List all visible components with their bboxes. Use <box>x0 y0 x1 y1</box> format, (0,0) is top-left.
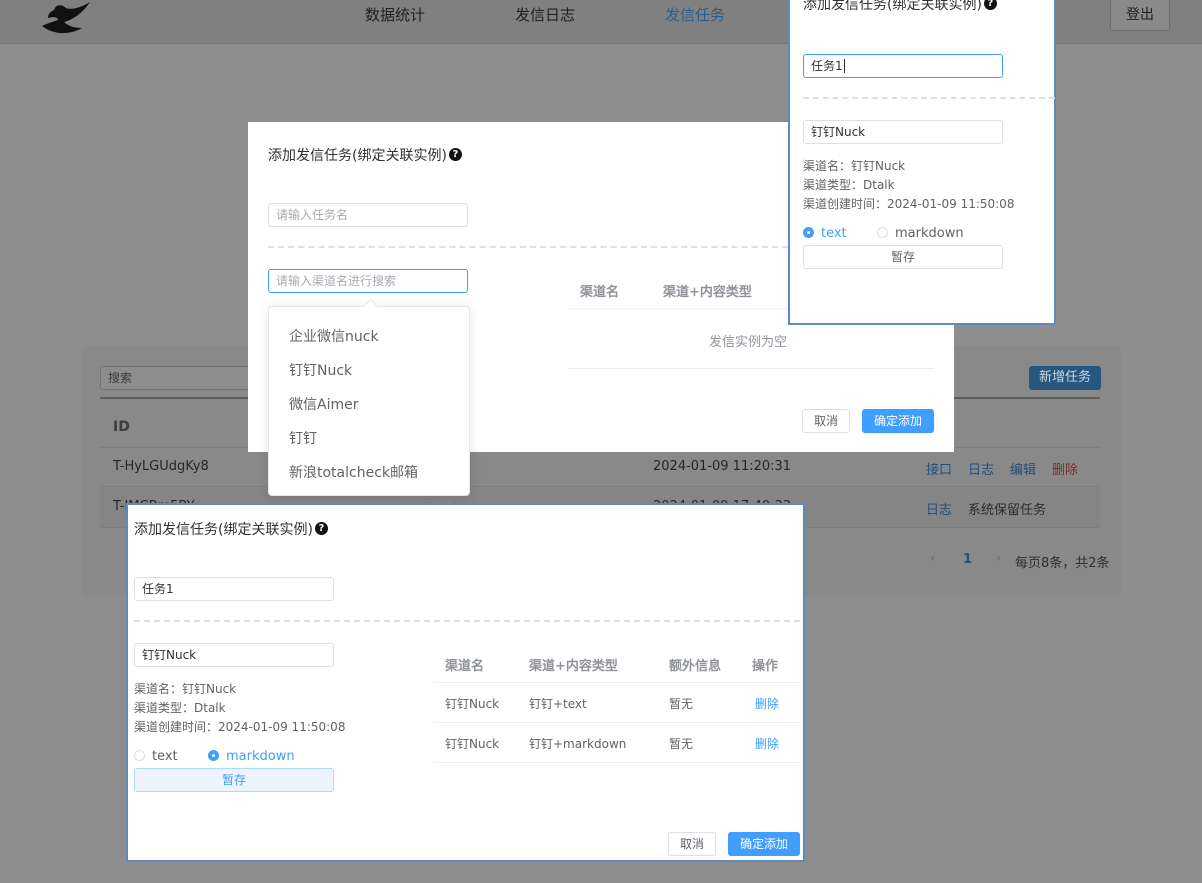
suggestion-item[interactable]: 钉钉 <box>289 428 317 448</box>
radio-checked-icon <box>208 750 219 761</box>
help-icon[interactable]: ? <box>314 522 328 535</box>
search-input[interactable]: 搜索 <box>100 366 260 390</box>
dove-logo-icon <box>42 2 90 34</box>
help-icon[interactable]: ? <box>448 148 462 161</box>
edit-link[interactable]: 编辑 <box>1010 459 1036 478</box>
dashed-divider <box>134 620 800 622</box>
table-divider <box>433 762 800 763</box>
task-name-input[interactable]: 任务1 <box>803 54 1003 78</box>
delete-link[interactable]: 删除 <box>755 735 779 752</box>
radio-markdown[interactable]: markdown <box>208 749 295 764</box>
cell-channel: 钉钉Nuck <box>445 737 500 751</box>
channel-suggestion-dropdown: 企业微信nuck 钉钉Nuck 微信Aimer 钉钉 新浪totalcheck邮… <box>268 306 470 496</box>
table-divider <box>433 682 800 683</box>
log-link[interactable]: 日志 <box>926 499 952 518</box>
cancel-button[interactable]: 取消 <box>668 832 716 856</box>
dialog-title: 添加发信任务(绑定关联实例)? <box>134 519 328 539</box>
nav-item-tasks[interactable]: 发信任务 <box>665 4 725 25</box>
page-number[interactable]: 1 <box>963 552 972 567</box>
dialog-title: 添加发信任务(绑定关联实例)? <box>268 145 462 165</box>
radio-markdown[interactable]: markdown <box>877 226 964 241</box>
api-link[interactable]: 接口 <box>926 459 952 478</box>
column-header-type: 渠道+内容类型 <box>663 285 752 300</box>
confirm-add-button[interactable]: 确定添加 <box>728 832 800 856</box>
save-draft-button[interactable]: 暂存 <box>803 245 1003 269</box>
task-time: 2024-01-09 11:20:31 <box>653 459 792 474</box>
table-divider <box>433 722 800 723</box>
radio-text[interactable]: text <box>134 749 178 764</box>
cell-type: 钉钉+text <box>529 697 587 711</box>
cell-extra: 暂无 <box>669 737 694 751</box>
cell-type: 钉钉+markdown <box>529 737 627 751</box>
nav-item-logs[interactable]: 发信日志 <box>515 4 575 25</box>
column-header-action: 操作 <box>752 659 779 674</box>
channel-type-info: 渠道类型：Dtalk <box>803 178 895 192</box>
suggestion-item[interactable]: 微信Aimer <box>289 394 358 414</box>
dashed-divider <box>803 97 1055 99</box>
channel-search-input[interactable]: 钉钉Nuck <box>803 120 1003 144</box>
channel-name-info: 渠道名：钉钉Nuck <box>803 159 906 173</box>
column-header-channel: 渠道名 <box>445 659 485 674</box>
channel-search-input[interactable]: 钉钉Nuck <box>134 643 334 667</box>
task-name-input[interactable]: 请输入任务名 <box>268 203 468 227</box>
confirm-add-button[interactable]: 确定添加 <box>862 409 934 433</box>
column-header-type: 渠道+内容类型 <box>529 659 618 674</box>
channel-created-info: 渠道创建时间：2024-01-09 11:50:08 <box>803 197 1015 211</box>
prev-page-icon[interactable]: ‹ <box>930 551 935 566</box>
suggestion-item[interactable]: 新浪totalcheck邮箱 <box>289 462 418 482</box>
cell-extra: 暂无 <box>669 697 694 711</box>
channel-search-input[interactable]: 请输入渠道名进行搜索 <box>268 269 468 293</box>
suggestion-item[interactable]: 企业微信nuck <box>289 326 379 346</box>
reserved-note: 系统保留任务 <box>968 503 1047 518</box>
column-header-id: ID <box>113 419 130 435</box>
dashed-divider <box>268 246 788 248</box>
dialog-title: 添加发信任务(绑定关联实例)? <box>803 0 997 14</box>
delete-link[interactable]: 删除 <box>755 695 779 712</box>
column-header-channel: 渠道名 <box>580 285 620 300</box>
new-task-button[interactable]: 新增任务 <box>1029 366 1101 390</box>
radio-unchecked-icon <box>877 227 888 238</box>
next-page-icon[interactable]: › <box>996 551 1001 566</box>
cancel-button[interactable]: 取消 <box>802 409 850 433</box>
pager-summary: 每页8条，共2条 <box>1015 556 1110 571</box>
channel-name-info: 渠道名：钉钉Nuck <box>134 682 237 696</box>
radio-checked-icon <box>803 227 814 238</box>
logout-button[interactable]: 登出 <box>1110 0 1170 31</box>
radio-unchecked-icon <box>134 750 145 761</box>
radio-text[interactable]: text <box>803 226 847 241</box>
cell-channel: 钉钉Nuck <box>445 697 500 711</box>
channel-type-info: 渠道类型：Dtalk <box>134 701 226 715</box>
empty-text: 发信实例为空 <box>709 335 788 350</box>
log-link[interactable]: 日志 <box>968 459 994 478</box>
column-header-extra: 额外信息 <box>669 659 722 674</box>
help-icon[interactable]: ? <box>983 0 997 10</box>
task-name-input[interactable]: 任务1 <box>134 577 334 601</box>
task-id: T-HyLGUdgKy8 <box>113 459 209 474</box>
delete-link[interactable]: 删除 <box>1052 459 1078 478</box>
table-divider <box>567 368 934 369</box>
suggestion-item[interactable]: 钉钉Nuck <box>289 360 352 380</box>
nav-item-stats[interactable]: 数据统计 <box>365 4 425 25</box>
channel-created-info: 渠道创建时间：2024-01-09 11:50:08 <box>134 720 346 734</box>
save-draft-button[interactable]: 暂存 <box>134 768 334 792</box>
